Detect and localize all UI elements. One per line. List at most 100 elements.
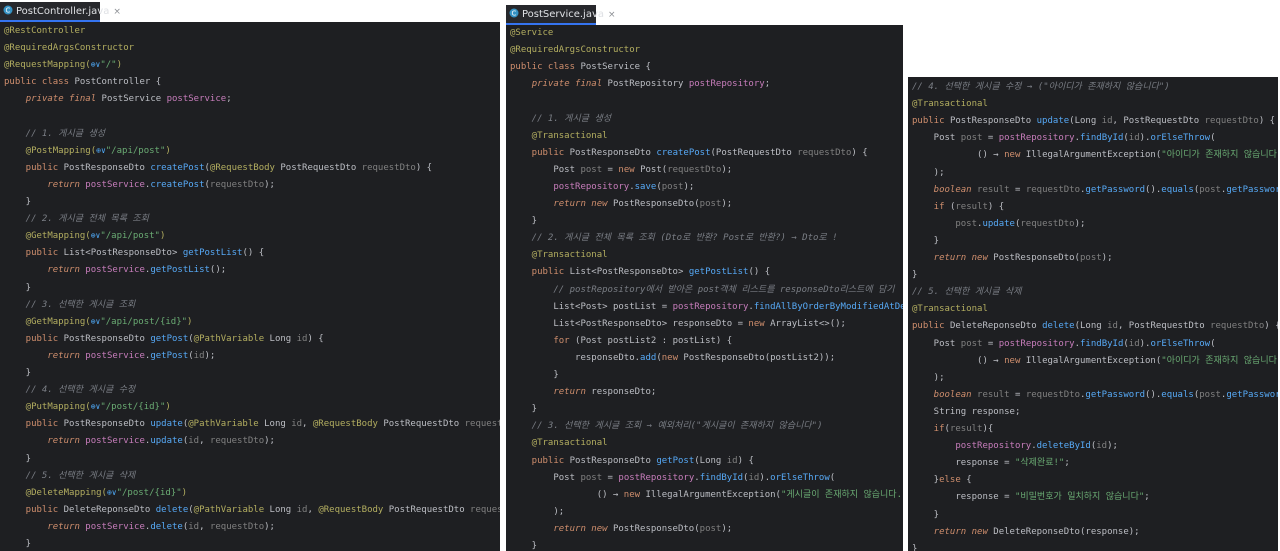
code-token: ){: [982, 424, 994, 434]
code-token: postRepository: [912, 441, 1032, 452]
code-line: if(result){: [912, 423, 994, 435]
code-token: }: [912, 270, 918, 281]
code-token: ArrayList<>();: [770, 318, 846, 329]
code-line: return postService.delete(id, requestDto…: [4, 521, 275, 533]
code-token: @PathVariable: [188, 419, 265, 430]
code-token: {: [966, 475, 972, 486]
code-token: responseDto;: [591, 387, 657, 398]
code-token: postRepository: [998, 133, 1075, 144]
code-token: "/api/post/{id}": [100, 316, 188, 327]
code-token: ).: [759, 472, 771, 483]
java-class-icon: C: [3, 5, 13, 15]
code-line: @PostMapping(⊕∨"/api/post"): [4, 145, 171, 157]
code-token: createPost: [656, 147, 711, 158]
code-token: getPostList: [182, 248, 243, 259]
code-line: () → new IllegalArgumentException("아이디가 …: [912, 355, 1278, 367]
code-line: }: [510, 215, 537, 227]
code-token: createPost: [150, 179, 205, 190]
code-line: List<PostResponseDto> responseDto = new …: [510, 318, 846, 330]
code-token: ) {: [851, 147, 868, 158]
code-token: equals: [1161, 184, 1194, 195]
code-token: "아이디가 존재하지 않습니다": [1161, 150, 1278, 161]
code-token: );: [721, 199, 733, 209]
editor-post-service-continued[interactable]: // 4. 선택한 게시글 수정 → ("아이디가 존재하지 않습니다") @Tr…: [908, 77, 1278, 551]
code-token: ): [165, 402, 171, 413]
code-token: ;: [1144, 492, 1150, 503]
tab-post-controller[interactable]: C PostController.java ×: [0, 2, 121, 22]
code-token: @Transactional: [912, 304, 988, 315]
code-token: post: [1199, 184, 1221, 195]
svg-text:C: C: [6, 7, 11, 15]
code-token: (Long: [1069, 116, 1102, 127]
code-token: PostResponseDto: [63, 419, 151, 430]
code-line: return postService.update(id, requestDto…: [4, 435, 275, 447]
code-token: PostResponseDto(: [612, 199, 700, 209]
code-token: @RequestBody: [312, 419, 384, 430]
code-token: requestDto: [1020, 218, 1075, 229]
code-line: // 3. 선택한 게시글 조회 → 예외처리("게시글이 존재하지 않습니다"…: [510, 420, 823, 432]
code-token: public: [510, 455, 570, 466]
code-token: }: [510, 541, 538, 551]
code-line: () → new IllegalArgumentException("아이디가 …: [912, 149, 1278, 161]
code-token: ;: [764, 79, 771, 90]
code-token: }: [510, 404, 538, 415]
code-token: }: [4, 197, 32, 207]
close-icon[interactable]: ×: [608, 10, 616, 20]
code-token: delete: [1042, 321, 1075, 332]
code-line: }: [912, 509, 939, 521]
code-line: public PostResponseDto createPost(@Reque…: [4, 162, 432, 174]
code-token: PostResponseDto(: [612, 523, 700, 534]
code-token: // 5. 선택한 게시글 삭제: [912, 287, 1022, 298]
code-token: return new: [510, 199, 613, 209]
code-token: Post: [912, 133, 961, 144]
tab-post-service[interactable]: C PostService.java ×: [506, 5, 616, 25]
code-line: public PostResponseDto getPost(Long id) …: [510, 455, 754, 467]
code-token: String response;: [912, 406, 1021, 417]
code-token: orElseThrow: [770, 472, 830, 483]
code-token: (: [1210, 338, 1216, 349]
code-token: PostService: [101, 94, 167, 105]
code-token: );: [1074, 218, 1086, 229]
code-token: @PutMapping(: [4, 402, 91, 413]
code-line: postRepository.deleteById(id);: [912, 440, 1118, 452]
code-token: id: [1128, 338, 1140, 349]
code-token: requestDto: [667, 164, 722, 175]
code-token: ) {: [987, 201, 1005, 212]
code-token: response =: [912, 458, 1015, 469]
code-token: }: [4, 368, 32, 378]
code-token: );: [721, 164, 733, 175]
code-token: return: [4, 436, 86, 447]
code-token: id: [748, 472, 760, 483]
code-token: "/post/{id}": [100, 402, 166, 413]
code-token: // 1. 게시글 생성: [510, 113, 612, 124]
code-line: @RequiredArgsConstructor: [510, 44, 640, 56]
code-line: return responseDto;: [510, 386, 656, 398]
editor-post-service[interactable]: @Service @RequiredArgsConstructor public c…: [506, 25, 903, 551]
code-token: if: [912, 201, 950, 212]
code-token: );: [204, 350, 216, 361]
code-line: post.update(requestDto);: [912, 218, 1085, 230]
web-mapping-icon: ⊕∨: [90, 316, 101, 326]
code-token: PostRequestDto: [280, 162, 362, 173]
code-token: =: [1009, 389, 1026, 400]
code-token: @RequestBody: [318, 504, 389, 515]
code-line: response = "삭제완료!";: [912, 457, 1069, 469]
code-token: () {: [748, 267, 771, 278]
code-token: ).: [1139, 338, 1151, 349]
code-line: boolean result = requestDto.getPassword(…: [912, 389, 1278, 401]
code-token: new: [661, 352, 684, 363]
code-token: add: [640, 352, 657, 363]
code-token: ) {: [307, 333, 324, 344]
code-token: Long: [269, 504, 297, 515]
close-icon[interactable]: ×: [113, 7, 121, 17]
code-token: }: [4, 539, 32, 549]
code-token: public: [4, 162, 64, 173]
code-token: return: [510, 387, 592, 398]
code-token: PostRequestDto: [388, 504, 471, 515]
editor-post-controller[interactable]: @RestController @RequiredArgsConstructor @…: [0, 22, 500, 551]
code-token: DeleteReponseDto: [63, 504, 156, 515]
code-line: public List<PostResponseDto> getPostList…: [510, 266, 770, 278]
code-token: post: [580, 164, 603, 175]
code-token: }: [912, 475, 940, 486]
